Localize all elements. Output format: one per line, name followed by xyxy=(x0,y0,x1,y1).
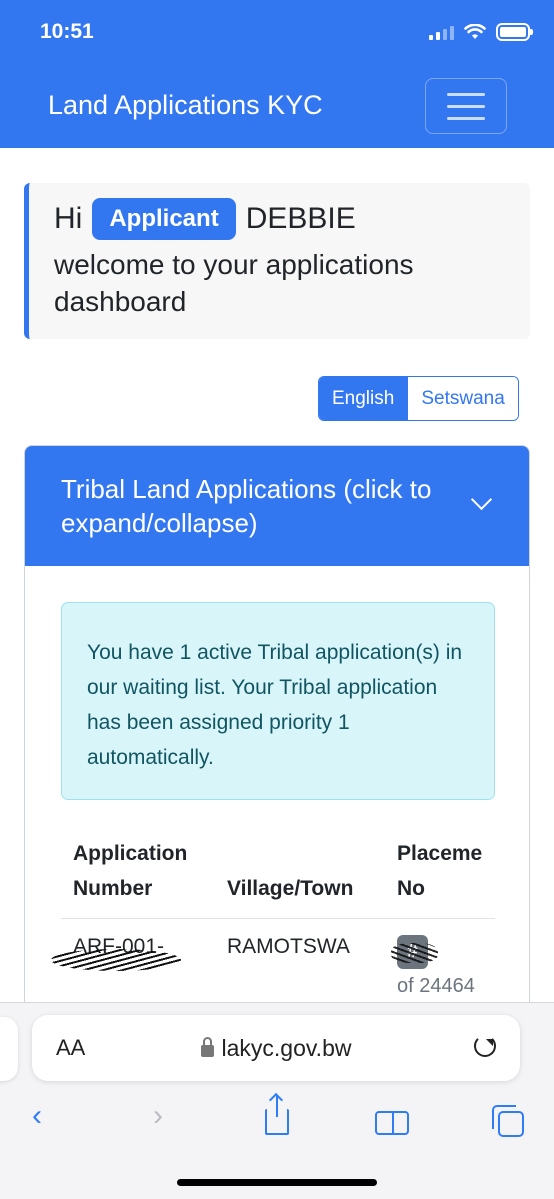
chevron-down-icon xyxy=(470,488,493,511)
previous-tab-edge[interactable] xyxy=(0,1017,18,1081)
page: 10:51 Land Applications KYC Hi Applicant… xyxy=(0,0,554,1199)
battery-icon xyxy=(496,23,533,41)
header-village-town: Village/Town xyxy=(227,877,354,900)
greeting-hi: Hi xyxy=(54,202,83,235)
redaction-scribble xyxy=(51,949,181,971)
browser-chrome: AA lakyc.gov.bw ‹ › xyxy=(0,1002,554,1199)
back-icon[interactable]: ‹ xyxy=(32,1101,42,1131)
header-application-number: Application Number xyxy=(73,842,188,900)
browser-toolbar: ‹ › xyxy=(0,1093,554,1143)
share-icon[interactable] xyxy=(265,1095,289,1135)
cellular-signal-icon xyxy=(429,24,454,40)
table-row: ARF-001- RAMOTSWA # of 24464 xyxy=(51,918,495,998)
forward-icon[interactable]: › xyxy=(153,1101,163,1131)
address-bar[interactable]: AA lakyc.gov.bw xyxy=(32,1015,520,1081)
reload-icon[interactable] xyxy=(474,1035,496,1057)
welcome-callout: Hi Applicant DEBBIE welcome to your appl… xyxy=(24,183,530,339)
wifi-icon xyxy=(464,24,486,39)
placement-of-total: of 24464 xyxy=(397,975,475,997)
status-time: 10:51 xyxy=(40,20,94,43)
header-placement: Placeme No xyxy=(397,842,483,900)
applications-table: Application Number Village/Town Placeme … xyxy=(51,836,495,998)
card-header-title: Tribal Land Applications (click to expan… xyxy=(61,474,432,538)
navbar-brand[interactable]: Land Applications KYC xyxy=(48,90,323,121)
language-setswana-button[interactable]: Setswana xyxy=(407,377,518,420)
menu-toggle-button[interactable] xyxy=(425,78,507,134)
redaction-scribble xyxy=(391,943,438,963)
user-name: DEBBIE xyxy=(245,202,356,235)
language-english-button[interactable]: English xyxy=(319,377,408,420)
welcome-message: welcome to your applications dashboard xyxy=(54,249,414,317)
cell-placement: # of 24464 xyxy=(385,918,495,998)
cell-village: RAMOTSWA xyxy=(215,918,385,998)
home-indicator xyxy=(177,1179,377,1186)
card-header-toggle[interactable]: Tribal Land Applications (click to expan… xyxy=(25,446,529,566)
tribal-applications-card: Tribal Land Applications (click to expan… xyxy=(24,445,530,1045)
url-text: lakyc.gov.bw xyxy=(221,1035,352,1061)
language-switch: English Setswana xyxy=(318,376,519,421)
top-bar: 10:51 Land Applications KYC xyxy=(0,0,554,148)
hamburger-icon xyxy=(447,92,485,96)
status-icons xyxy=(429,23,533,41)
url-display[interactable]: lakyc.gov.bw xyxy=(32,1035,520,1062)
lock-icon xyxy=(200,1037,214,1057)
cell-application-number: ARF-001- xyxy=(51,918,215,998)
bookmarks-icon[interactable] xyxy=(375,1111,409,1135)
waiting-list-alert: You have 1 active Tribal application(s) … xyxy=(61,602,495,800)
greeting-line: Hi Applicant DEBBIE xyxy=(54,198,530,240)
placement-badge: # xyxy=(391,935,438,969)
tabs-icon[interactable] xyxy=(492,1105,524,1137)
role-badge: Applicant xyxy=(92,198,236,240)
